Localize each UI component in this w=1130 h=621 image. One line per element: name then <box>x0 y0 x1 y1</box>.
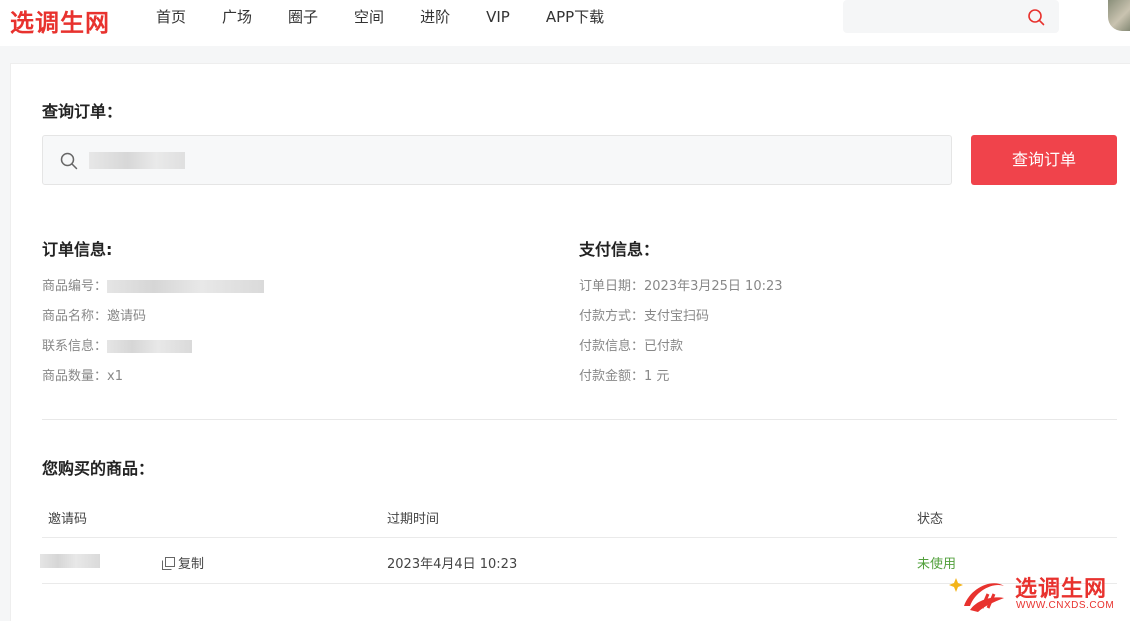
order-info-title: 订单信息: <box>42 240 113 259</box>
quantity-value: x1 <box>107 369 123 384</box>
payment-status-value: 已付款 <box>644 339 684 354</box>
redacted-invite-code <box>40 554 100 568</box>
column-header-status: 状态 <box>917 512 944 527</box>
order-date-row: 订单日期：2023年3月25日 10:23 <box>579 275 783 294</box>
nav-app-download[interactable]: APP下载 <box>546 7 604 27</box>
order-query-input[interactable] <box>89 148 249 172</box>
query-title: 查询订单： <box>42 102 123 121</box>
order-date-value: 2023年3月25日 10:23 <box>644 279 783 294</box>
site-logo[interactable]: 选调生网 <box>10 3 110 38</box>
top-header: 选调生网 首页 广场 圈子 空间 进阶 VIP APP下载 <box>0 0 1130 46</box>
product-name-row: 商品名称：邀请码 <box>42 305 146 324</box>
watermark-url: WWW.CNXDS.COM <box>1016 600 1115 611</box>
order-card: 查询订单： 查询订单 订单信息: 商品编号： 商品名称：邀请码 联系信息： 商品… <box>10 63 1130 621</box>
contact-label: 联系信息： <box>42 339 108 354</box>
payment-amount-label: 付款金额： <box>579 369 645 384</box>
watermark-name: 选调生网 <box>1015 577 1108 602</box>
redacted-product-number <box>107 280 265 293</box>
nav-space[interactable]: 空间 <box>354 7 384 27</box>
section-divider <box>42 419 1117 420</box>
product-number-row: 商品编号： <box>42 275 265 294</box>
purchased-title: 您购买的商品： <box>42 459 155 478</box>
redacted-contact <box>107 340 193 353</box>
query-order-button[interactable]: 查询订单 <box>971 135 1117 185</box>
copy-icon <box>162 557 178 572</box>
payment-info-title: 支付信息： <box>579 240 660 259</box>
main-nav: 首页 广场 圈子 空间 进阶 VIP APP下载 <box>156 7 640 27</box>
order-query-field[interactable] <box>42 135 952 185</box>
contact-row: 联系信息： <box>42 335 193 354</box>
copy-button[interactable]: 复制 <box>162 553 204 572</box>
product-name-value: 邀请码 <box>107 309 147 324</box>
payment-status-row: 付款信息：已付款 <box>579 335 683 354</box>
site-watermark: 选调生网 WWW.CNXDS.COM <box>948 568 1130 621</box>
nav-vip[interactable]: VIP <box>486 7 510 27</box>
search-icon[interactable] <box>1027 8 1045 26</box>
nav-circle[interactable]: 圈子 <box>288 7 318 27</box>
payment-method-row: 付款方式：支付宝扫码 <box>579 305 709 324</box>
payment-method-label: 付款方式： <box>579 309 645 324</box>
order-date-label: 订单日期： <box>579 279 645 294</box>
payment-amount-value: 1 元 <box>644 369 670 384</box>
nav-advance[interactable]: 进阶 <box>420 7 450 27</box>
nav-square[interactable]: 广场 <box>222 7 252 27</box>
table-header-divider <box>42 537 1117 538</box>
payment-method-value: 支付宝扫码 <box>644 309 710 324</box>
watermark-logo-icon <box>949 578 1004 612</box>
product-name-label: 商品名称： <box>42 309 108 324</box>
payment-amount-row: 付款金额：1 元 <box>579 365 669 384</box>
quantity-label: 商品数量： <box>42 369 108 384</box>
expire-time-value: 2023年4月4日 10:23 <box>387 557 518 572</box>
nav-home[interactable]: 首页 <box>156 7 186 27</box>
column-header-expires: 过期时间 <box>387 512 440 527</box>
search-icon <box>60 152 78 170</box>
payment-status-label: 付款信息： <box>579 339 645 354</box>
copy-label: 复制 <box>178 557 205 572</box>
product-number-label: 商品编号： <box>42 279 108 294</box>
user-avatar[interactable] <box>1108 0 1130 31</box>
quantity-row: 商品数量：x1 <box>42 365 123 384</box>
column-header-invite-code: 邀请码 <box>48 512 88 527</box>
header-search[interactable] <box>843 0 1059 33</box>
